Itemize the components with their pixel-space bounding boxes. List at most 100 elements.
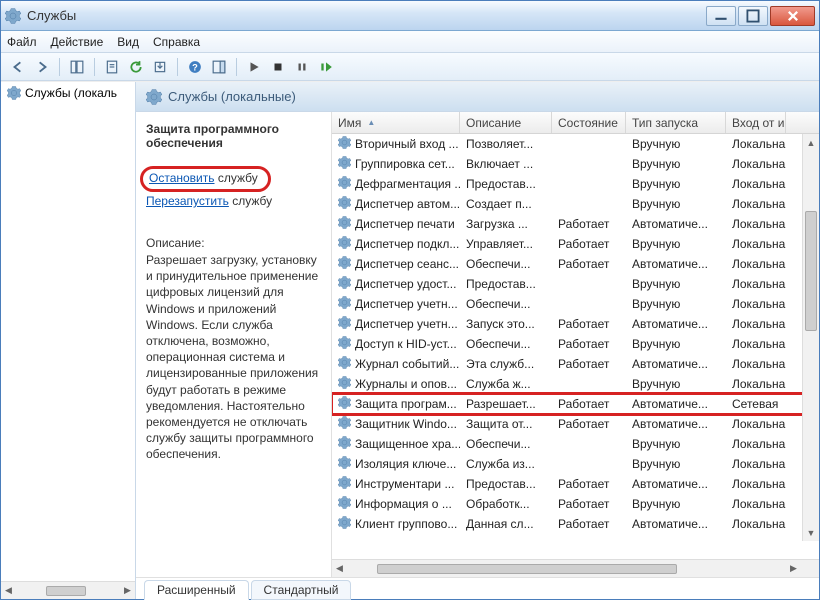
menu-file[interactable]: Файл xyxy=(7,35,37,49)
service-row[interactable]: Диспетчер учетн...Обеспечи...ВручнуюЛока… xyxy=(332,294,819,314)
gear-icon xyxy=(338,376,351,392)
menu-view[interactable]: Вид xyxy=(117,35,139,49)
scroll-left-icon[interactable]: ◀ xyxy=(1,583,16,599)
show-hide-tree-button[interactable] xyxy=(66,56,88,78)
tree-root-label: Службы (локаль xyxy=(25,86,117,100)
service-row[interactable]: Диспетчер автом...Создает п...ВручнуюЛок… xyxy=(332,194,819,214)
col-state[interactable]: Состояние xyxy=(552,112,626,133)
help-button[interactable]: ? xyxy=(184,56,206,78)
gear-icon xyxy=(7,86,21,100)
scroll-right-icon[interactable]: ▶ xyxy=(120,583,135,599)
gear-icon xyxy=(338,356,351,372)
start-service-button[interactable] xyxy=(243,56,265,78)
export-button[interactable] xyxy=(149,56,171,78)
restart-service-link[interactable]: Перезапустить xyxy=(146,194,229,208)
gear-icon xyxy=(338,296,351,312)
service-row[interactable]: Журналы и опов...Служба ж...ВручнуюЛокал… xyxy=(332,374,819,394)
col-logon[interactable]: Вход от и xyxy=(726,112,786,133)
gear-icon xyxy=(338,196,351,212)
service-row[interactable]: Дефрагментация ...Предостав...ВручнуюЛок… xyxy=(332,174,819,194)
col-startup[interactable]: Тип запуска xyxy=(626,112,726,133)
service-row[interactable]: Защищенное хра...Обеспечи...ВручнуюЛокал… xyxy=(332,434,819,454)
tab-standard[interactable]: Стандартный xyxy=(251,580,352,600)
toolbar: ? xyxy=(1,53,819,81)
gear-icon xyxy=(338,236,351,252)
restart-suffix: службу xyxy=(229,194,272,208)
highlight-stop-link: Остановить службу xyxy=(140,166,271,192)
view-tabs: Расширенный Стандартный xyxy=(136,577,819,599)
stop-service-link[interactable]: Остановить xyxy=(149,171,215,185)
properties-button[interactable] xyxy=(101,56,123,78)
service-row[interactable]: Клиент группово...Данная сл...РаботаетАв… xyxy=(332,514,819,534)
show-hide-action-pane-button[interactable] xyxy=(208,56,230,78)
scroll-down-icon[interactable]: ▼ xyxy=(803,524,819,541)
service-row[interactable]: Защита програм...Разрешает...РаботаетАвт… xyxy=(332,394,819,414)
column-headers: Имя Описание Состояние Тип запуска Вход … xyxy=(332,112,819,134)
stop-service-button[interactable] xyxy=(267,56,289,78)
pause-service-button[interactable] xyxy=(291,56,313,78)
tab-extended[interactable]: Расширенный xyxy=(144,580,249,600)
gear-icon xyxy=(338,176,351,192)
scroll-thumb[interactable] xyxy=(377,564,677,574)
scroll-up-icon[interactable]: ▲ xyxy=(803,134,819,151)
stop-suffix: службу xyxy=(215,171,258,185)
right-pane: Службы (локальные) Защита программного о… xyxy=(136,82,819,599)
content-area: Службы (локаль ◀ ▶ Службы (локальные) За… xyxy=(1,81,819,599)
gear-icon xyxy=(338,276,351,292)
service-row[interactable]: Информация о ...Обработк...РаботаетВручн… xyxy=(332,494,819,514)
service-row[interactable]: Диспетчер печатиЗагрузка ...РаботаетАвто… xyxy=(332,214,819,234)
service-list[interactable]: Вторичный вход ...Позволяет...ВручнуюЛок… xyxy=(332,134,819,559)
gear-icon xyxy=(338,216,351,232)
service-row[interactable]: Инструментари ...Предостав...РаботаетАвт… xyxy=(332,474,819,494)
gear-icon xyxy=(338,516,351,532)
list-hscrollbar[interactable]: ◀ ▶ xyxy=(332,559,819,577)
service-row[interactable]: Защитник Windo...Защита от...РаботаетАвт… xyxy=(332,414,819,434)
gear-icon xyxy=(338,456,351,472)
minimize-button[interactable] xyxy=(706,6,736,26)
selected-service-name: Защита программного обеспечения xyxy=(146,122,321,150)
scroll-right-icon[interactable]: ▶ xyxy=(786,561,801,577)
service-row[interactable]: Группировка сет...Включает ...ВручнуюЛок… xyxy=(332,154,819,174)
tree-root-item[interactable]: Службы (локаль xyxy=(1,82,135,104)
tree-pane: Службы (локаль ◀ ▶ xyxy=(1,82,136,599)
gear-icon xyxy=(338,336,351,352)
gear-icon xyxy=(146,89,162,105)
gear-icon xyxy=(338,476,351,492)
refresh-button[interactable] xyxy=(125,56,147,78)
gear-icon xyxy=(338,136,351,152)
scroll-thumb[interactable] xyxy=(46,586,86,596)
service-row[interactable]: Диспетчер сеанс...Обеспечи...РаботаетАвт… xyxy=(332,254,819,274)
scroll-left-icon[interactable]: ◀ xyxy=(332,561,347,577)
close-button[interactable] xyxy=(770,6,815,26)
menu-action[interactable]: Действие xyxy=(51,35,104,49)
forward-button[interactable] xyxy=(31,56,53,78)
vscrollbar[interactable]: ▲ ▼ xyxy=(802,134,819,541)
gear-icon xyxy=(338,436,351,452)
menu-help[interactable]: Справка xyxy=(153,35,200,49)
gear-icon xyxy=(338,416,351,432)
back-button[interactable] xyxy=(7,56,29,78)
service-row[interactable]: Доступ к HID-уст...Обеспечи...РаботаетВр… xyxy=(332,334,819,354)
col-desc[interactable]: Описание xyxy=(460,112,552,133)
list-pane: Имя Описание Состояние Тип запуска Вход … xyxy=(332,112,819,577)
titlebar[interactable]: Службы xyxy=(1,1,819,31)
gear-icon xyxy=(338,156,351,172)
services-window: Службы Файл Действие Вид Справка ? xyxy=(0,0,820,600)
tree-hscrollbar[interactable]: ◀ ▶ xyxy=(1,581,135,599)
service-row[interactable]: Изоляция ключе...Служба из...ВручнуюЛока… xyxy=(332,454,819,474)
detail-pane: Защита программного обеспечения Останови… xyxy=(136,112,332,577)
service-row[interactable]: Диспетчер удост...Предостав...ВручнуюЛок… xyxy=(332,274,819,294)
app-icon xyxy=(5,8,21,24)
menubar: Файл Действие Вид Справка xyxy=(1,31,819,53)
description-text: Разрешает загрузку, установку и принудит… xyxy=(146,252,321,462)
service-row[interactable]: Диспетчер учетн...Запуск это...РаботаетА… xyxy=(332,314,819,334)
description-label: Описание: xyxy=(146,236,321,250)
maximize-button[interactable] xyxy=(738,6,768,26)
service-row[interactable]: Вторичный вход ...Позволяет...ВручнуюЛок… xyxy=(332,134,819,154)
service-row[interactable]: Диспетчер подкл...Управляет...РаботаетВр… xyxy=(332,234,819,254)
gear-icon xyxy=(338,496,351,512)
col-name[interactable]: Имя xyxy=(332,112,460,133)
restart-service-button[interactable] xyxy=(315,56,337,78)
service-row[interactable]: Журнал событий...Эта служб...РаботаетАвт… xyxy=(332,354,819,374)
scroll-thumb[interactable] xyxy=(805,211,817,331)
